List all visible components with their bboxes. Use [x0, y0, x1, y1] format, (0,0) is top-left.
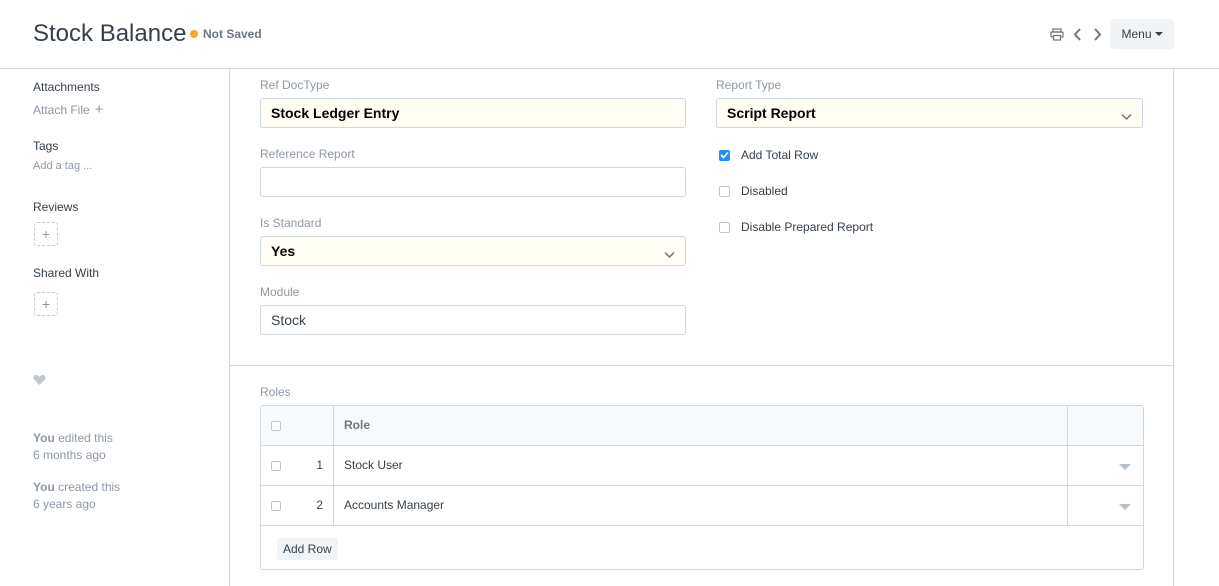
roles-table: Role 1 Stock User 2 Accounts Manager Add… — [260, 405, 1144, 570]
checkbox-icon — [719, 185, 730, 197]
activity-item: You edited this 6 months ago — [33, 430, 113, 464]
prev-icon[interactable] — [1070, 26, 1084, 42]
table-row[interactable]: 1 Stock User — [261, 446, 1143, 486]
activity-action: created this — [58, 480, 121, 494]
caret-down-icon — [1154, 32, 1163, 36]
row-expand-icon[interactable] — [1119, 464, 1131, 470]
plus-icon: + — [41, 296, 51, 312]
plus-icon: + — [94, 101, 104, 118]
add-total-row-checkbox[interactable]: Add Total Row — [719, 148, 818, 162]
disable-prepared-report-checkbox[interactable]: Disable Prepared Report — [719, 220, 873, 234]
row-checkbox[interactable] — [271, 501, 281, 511]
disable-prepared-report-label: Disable Prepared Report — [741, 220, 874, 234]
add-row-button[interactable]: Add Row — [277, 538, 338, 560]
disabled-checkbox[interactable]: Disabled — [719, 184, 788, 198]
chevron-down-icon — [664, 246, 675, 262]
role-column-header: Role — [344, 418, 371, 432]
row-index: 2 — [316, 498, 323, 512]
like-heart-icon[interactable] — [33, 374, 46, 389]
row-index: 1 — [316, 458, 323, 472]
is-standard-value: Yes — [271, 243, 296, 259]
row-checkbox[interactable] — [271, 461, 281, 471]
add-total-row-label: Add Total Row — [741, 148, 819, 162]
next-icon[interactable] — [1090, 26, 1104, 42]
table-row[interactable]: 2 Accounts Manager — [261, 486, 1143, 526]
reviews-label: Reviews — [33, 200, 79, 214]
form-panel: Ref DocType Stock Ledger Entry Reference… — [229, 69, 1174, 586]
section-divider — [230, 365, 1173, 366]
chevron-down-icon — [1121, 108, 1132, 124]
activity-action: edited this — [58, 431, 113, 445]
status-dot-icon — [190, 30, 198, 38]
menu-label: Menu — [1121, 27, 1152, 41]
select-all-checkbox[interactable] — [271, 421, 281, 431]
attach-file-label: Attach File — [33, 103, 90, 117]
menu-button[interactable]: Menu — [1110, 19, 1174, 49]
module-field[interactable]: Stock — [260, 305, 686, 335]
checkbox-checked-icon — [719, 149, 730, 161]
page-header: Stock Balance Not Saved Menu — [0, 0, 1219, 69]
row-expand-icon[interactable] — [1119, 504, 1131, 510]
report-type-label: Report Type — [716, 78, 782, 92]
checkbox-icon — [719, 221, 730, 233]
shared-with-label: Shared With — [33, 266, 100, 280]
attach-file-link[interactable]: Attach File + — [33, 101, 104, 118]
sidebar: Attachments Attach File + Tags Add a tag… — [0, 69, 229, 586]
page-title: Stock Balance — [33, 20, 187, 47]
plus-icon: + — [41, 226, 51, 242]
attachments-label: Attachments — [33, 80, 100, 94]
print-icon[interactable] — [1050, 26, 1064, 42]
ref-doctype-label: Ref DocType — [260, 78, 330, 92]
reference-report-label: Reference Report — [260, 147, 355, 161]
table-header: Role — [261, 406, 1143, 446]
column-divider — [1067, 406, 1068, 526]
ref-doctype-field[interactable]: Stock Ledger Entry — [260, 98, 686, 128]
module-value: Stock — [271, 312, 307, 328]
status-text: Not Saved — [203, 27, 262, 41]
tags-label: Tags — [33, 139, 59, 153]
column-divider — [333, 406, 334, 526]
status-indicator: Not Saved — [190, 27, 262, 41]
is-standard-label: Is Standard — [260, 216, 322, 230]
activity-actor: You — [33, 480, 55, 494]
module-label: Module — [260, 285, 300, 299]
activity-item: You created this 6 years ago — [33, 479, 120, 513]
is-standard-select[interactable]: Yes — [260, 236, 686, 266]
role-cell[interactable]: Stock User — [344, 458, 403, 472]
role-cell[interactable]: Accounts Manager — [344, 498, 444, 512]
activity-time: 6 months ago — [33, 448, 106, 462]
activity-actor: You — [33, 431, 55, 445]
ref-doctype-value: Stock Ledger Entry — [271, 105, 400, 121]
add-review-button[interactable]: + — [34, 222, 58, 246]
add-tag-link[interactable]: Add a tag ... — [33, 160, 92, 172]
report-type-value: Script Report — [727, 105, 816, 121]
reference-report-field[interactable] — [260, 167, 686, 197]
roles-label: Roles — [260, 385, 291, 399]
disabled-label: Disabled — [741, 184, 788, 198]
activity-time: 6 years ago — [33, 497, 96, 511]
add-share-button[interactable]: + — [34, 292, 58, 316]
header-actions — [1050, 26, 1104, 42]
report-type-select[interactable]: Script Report — [716, 98, 1143, 128]
